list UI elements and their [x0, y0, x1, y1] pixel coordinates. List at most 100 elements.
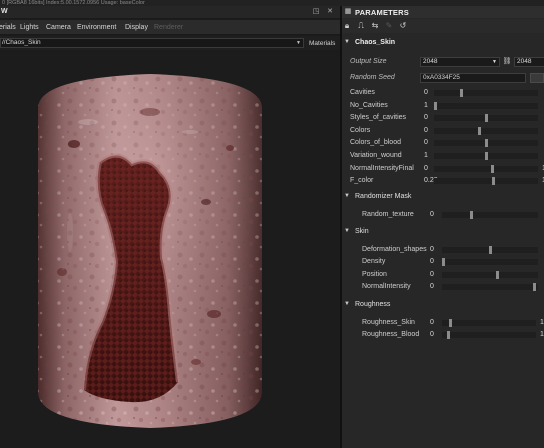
- slider-handle[interactable]: [492, 177, 495, 186]
- maximize-icon[interactable]: ◳: [312, 8, 320, 16]
- param-value[interactable]: 0: [424, 89, 428, 96]
- panel-grip-icon[interactable]: ▦: [343, 7, 353, 17]
- close-icon[interactable]: ✕: [326, 8, 334, 16]
- menu-camera[interactable]: Camera: [46, 24, 71, 31]
- param-slider[interactable]: [434, 152, 538, 160]
- param-slider[interactable]: [434, 164, 538, 173]
- param-row-normalintensityfinal: NormalIntensityFinal014: [342, 163, 544, 175]
- param-slider[interactable]: [434, 89, 538, 97]
- output-size-width-value: 2048: [423, 58, 438, 65]
- param-slider[interactable]: [434, 101, 538, 110]
- param-value[interactable]: 0: [424, 165, 428, 172]
- random-seed-label: Random Seed: [350, 74, 395, 81]
- reset-icon[interactable]: ↺: [398, 21, 408, 31]
- lock-icon[interactable]: 🔒︎: [342, 21, 352, 31]
- section-roughness[interactable]: ▼ Roughness: [342, 299, 544, 311]
- section-label: Chaos_Skin: [355, 39, 396, 46]
- param-value[interactable]: 0: [430, 283, 434, 290]
- param-label: No_Cavities: [350, 101, 388, 109]
- menu-lights[interactable]: Lights: [20, 24, 39, 31]
- slider-handle[interactable]: [449, 319, 452, 327]
- menu-materials[interactable]: erials: [0, 24, 16, 31]
- param-value[interactable]: 0: [430, 331, 434, 338]
- edit-icon[interactable]: ✎: [384, 21, 394, 31]
- slider-handle[interactable]: [485, 114, 488, 123]
- param-value[interactable]: 0: [430, 211, 434, 218]
- param-slider[interactable]: [442, 258, 538, 267]
- param-value[interactable]: 0: [430, 271, 434, 278]
- param-slider[interactable]: [434, 114, 538, 123]
- lock-open-icon[interactable]: ⎍: [356, 21, 366, 31]
- 3d-viewport[interactable]: [0, 52, 340, 448]
- param-value[interactable]: 0: [424, 127, 428, 134]
- output-size-height-value: 2048: [517, 58, 532, 65]
- slider-handle[interactable]: [470, 211, 473, 219]
- slider-handle[interactable]: [485, 139, 488, 148]
- param-label: Roughness_Skin: [362, 319, 415, 326]
- param-label: Styles_of_cavities: [350, 114, 407, 122]
- param-row-position: Position 0: [342, 269, 544, 281]
- param-row-colors: Colors 0: [342, 125, 544, 137]
- param-row-f-color: F_color 0.23 1: [342, 175, 544, 187]
- view-menubar: erials Lights Camera Environment Display…: [0, 20, 340, 35]
- section-chaos-skin[interactable]: ▼ Chaos_Skin: [342, 37, 544, 49]
- param-slider[interactable]: [442, 331, 536, 339]
- param-value[interactable]: 0: [430, 246, 434, 253]
- param-slider[interactable]: [442, 282, 538, 291]
- output-size-height-select[interactable]: 2048: [514, 57, 544, 67]
- chevron-down-icon: ▼: [344, 39, 350, 45]
- param-slider[interactable]: [442, 246, 538, 254]
- random-seed-row: Random Seed 0xA0334F25: [342, 72, 544, 84]
- material-select[interactable]: //Chaos_Skin ▼: [0, 38, 304, 48]
- param-label: Deformation_shapes: [362, 246, 427, 253]
- param-value[interactable]: 0: [424, 139, 428, 146]
- menu-renderer[interactable]: Renderer: [154, 24, 183, 31]
- output-size-label: Output Size: [350, 58, 387, 65]
- section-randomizer-mask[interactable]: ▼ Randomizer Mask: [342, 191, 544, 203]
- section-skin[interactable]: ▼ Skin: [342, 226, 544, 238]
- param-value[interactable]: 0: [424, 114, 428, 121]
- random-seed-button[interactable]: [530, 73, 544, 83]
- param-value[interactable]: 0: [430, 319, 434, 326]
- chevron-down-icon: ▼: [344, 193, 350, 199]
- slider-handle[interactable]: [485, 152, 488, 160]
- slider-handle[interactable]: [489, 246, 492, 254]
- param-slider[interactable]: [442, 270, 538, 279]
- material-select-value: //Chaos_Skin: [2, 39, 41, 46]
- slider-handle[interactable]: [434, 101, 437, 110]
- chevron-down-icon: ▼: [296, 40, 301, 46]
- output-size-width-select[interactable]: 2048 ▼: [420, 57, 500, 67]
- param-label: NormalIntensityFinal: [350, 164, 414, 172]
- parameters-panel: ▦ PARAMETERS 🔒︎ ⎍ ⇆ ✎ ↺ ▼ Chaos_Skin Out…: [342, 6, 544, 448]
- param-slider[interactable]: [434, 177, 538, 186]
- param-slider[interactable]: [442, 211, 538, 219]
- section-label: Roughness: [355, 301, 391, 308]
- random-icon[interactable]: ⇆: [370, 21, 380, 31]
- param-value[interactable]: 0: [430, 258, 434, 265]
- slider-handle[interactable]: [496, 270, 499, 279]
- slider-handle[interactable]: [491, 164, 494, 173]
- param-slider[interactable]: [434, 126, 538, 135]
- slider-handle[interactable]: [533, 282, 536, 291]
- param-value[interactable]: 1: [424, 152, 428, 159]
- output-size-row: Output Size 2048 ▼ ⛓ 2048: [342, 56, 544, 68]
- param-row-colors-of-blood: Colors_of_blood 0: [342, 137, 544, 149]
- param-slider[interactable]: [434, 139, 538, 148]
- menu-environment[interactable]: Environment: [77, 24, 116, 31]
- random-seed-value: 0xA0334F25: [423, 74, 460, 81]
- random-seed-field[interactable]: 0xA0334F25: [420, 73, 526, 83]
- slider-handle[interactable]: [478, 126, 481, 135]
- param-slider[interactable]: [442, 319, 536, 327]
- link-icon[interactable]: ⛓: [502, 57, 512, 67]
- slider-handle[interactable]: [447, 331, 450, 339]
- param-value[interactable]: 1: [424, 102, 428, 109]
- param-label: F_color: [350, 177, 374, 185]
- slider-handle[interactable]: [442, 258, 445, 267]
- param-label: Position: [362, 270, 387, 278]
- param-row-no-cavities: No_Cavities 1: [342, 100, 544, 112]
- parameters-toolbar: 🔒︎ ⎍ ⇆ ✎ ↺: [342, 19, 544, 33]
- slider-handle[interactable]: [460, 89, 463, 97]
- param-max-value: 1: [540, 331, 544, 338]
- section-label: Randomizer Mask: [355, 193, 412, 200]
- menu-display[interactable]: Display: [125, 24, 148, 31]
